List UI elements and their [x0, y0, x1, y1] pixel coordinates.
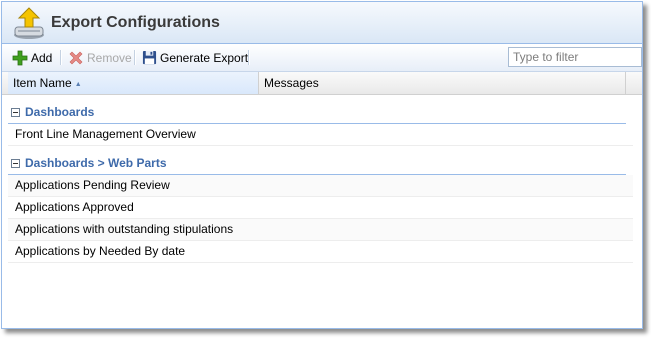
- item-name-cell: Applications by Needed By date: [15, 244, 186, 258]
- group-title: Dashboards: [11, 104, 94, 120]
- table-row[interactable]: Applications Pending Review: [8, 175, 633, 197]
- add-button[interactable]: Add: [12, 44, 52, 71]
- collapse-icon[interactable]: [11, 158, 20, 168]
- panel-header: Export Configurations: [2, 2, 642, 44]
- group-title: Dashboards > Web Parts: [11, 155, 167, 171]
- add-icon: [12, 50, 28, 65]
- table-row[interactable]: Front Line Management Overview: [8, 124, 633, 146]
- filter-input[interactable]: [508, 47, 642, 67]
- grid-body: Dashboards Front Line Management Overvie…: [2, 95, 642, 263]
- table-row[interactable]: Applications by Needed By date: [8, 241, 633, 263]
- remove-button-label: Remove: [87, 50, 132, 65]
- column-header-item-name[interactable]: Item Name ▲: [8, 72, 259, 94]
- item-name-cell: Applications Pending Review: [15, 178, 170, 192]
- add-button-label: Add: [31, 50, 53, 65]
- remove-icon: [69, 51, 83, 64]
- grid-column-header: Item Name ▲ Messages: [2, 72, 642, 95]
- group-title-label: Dashboards > Web Parts: [25, 156, 167, 170]
- column-header-messages-label: Messages: [264, 76, 319, 90]
- export-configurations-panel: Export Configurations Add Remove Generat…: [1, 1, 643, 329]
- item-name-cell: Applications Approved: [15, 200, 134, 214]
- toolbar-separator: [134, 50, 136, 65]
- column-header-messages[interactable]: Messages: [259, 72, 626, 94]
- group-header-dashboards[interactable]: Dashboards: [2, 95, 642, 124]
- column-header-item-name-label: Item Name: [13, 76, 72, 90]
- group-header-web-parts[interactable]: Dashboards > Web Parts: [2, 152, 642, 175]
- table-row[interactable]: Applications Approved: [8, 197, 633, 219]
- collapse-icon[interactable]: [11, 107, 20, 117]
- item-name-cell: Applications with outstanding stipulatio…: [15, 222, 234, 236]
- item-name-cell: Front Line Management Overview: [15, 127, 196, 141]
- toolbar: Add Remove Generate Export: [2, 44, 642, 72]
- toolbar-separator: [248, 50, 250, 65]
- toolbar-separator: [60, 50, 62, 65]
- page-title: Export Configurations: [51, 14, 220, 31]
- remove-button[interactable]: Remove: [68, 44, 132, 71]
- save-disk-icon: [142, 50, 157, 65]
- generate-export-button-label: Generate Export: [160, 50, 249, 65]
- export-upload-icon: [14, 7, 44, 39]
- generate-export-button[interactable]: Generate Export: [142, 44, 248, 71]
- table-row[interactable]: Applications with outstanding stipulatio…: [8, 219, 633, 241]
- group-title-label: Dashboards: [25, 105, 95, 119]
- sort-ascending-icon: ▲: [74, 81, 82, 88]
